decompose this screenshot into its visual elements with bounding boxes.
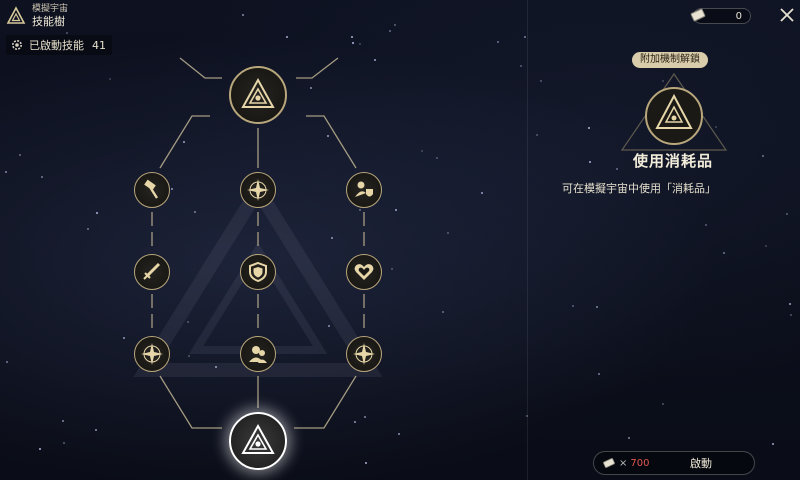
trinity-emblem-icon: [241, 77, 275, 108]
star: [598, 373, 600, 375]
node-right-3[interactable]: [346, 336, 382, 372]
detail-emblem-icon: [620, 72, 728, 151]
star: [762, 155, 764, 157]
cost-value: 700: [630, 457, 650, 469]
people-icon: [249, 346, 267, 363]
hammer-icon: [144, 179, 159, 199]
star: [662, 403, 664, 405]
star: [723, 252, 725, 254]
heart-icon: [354, 264, 374, 280]
detail-title: 使用消耗品: [632, 152, 713, 170]
star: [705, 224, 707, 226]
compass-star-icon: [247, 179, 269, 201]
currency-value: 0: [735, 10, 742, 22]
node-center-3[interactable]: [240, 336, 276, 372]
shield-person-icon: [355, 181, 373, 197]
star: [628, 437, 630, 439]
star: [790, 314, 792, 316]
cost-multiplier: ×: [619, 457, 628, 469]
star: [589, 161, 591, 163]
star: [789, 303, 791, 305]
star: [536, 134, 538, 136]
star: [772, 443, 774, 445]
detail-description: 可在模擬宇宙中使用「消耗品」: [562, 182, 716, 195]
star: [572, 305, 574, 307]
close-icon[interactable]: [778, 6, 796, 24]
node-center-2[interactable]: [240, 254, 276, 290]
node-left-2[interactable]: [134, 254, 170, 290]
compass-star-icon: [353, 343, 375, 365]
node-bottom[interactable]: [229, 412, 287, 470]
ticket-icon: [603, 458, 615, 468]
mechanism-unlock-badge: 附加機制解鎖: [632, 52, 708, 68]
star: [596, 306, 598, 308]
panel-divider: [527, 0, 528, 480]
compass-star-icon: [141, 343, 163, 365]
star: [765, 245, 767, 247]
node-right-2[interactable]: [346, 254, 382, 290]
node-right-1[interactable]: [346, 172, 382, 208]
trinity-emblem-icon: [241, 423, 275, 454]
node-left-3[interactable]: [134, 336, 170, 372]
shield-icon: [249, 261, 267, 283]
ticket-icon: [690, 8, 706, 22]
star: [540, 80, 542, 82]
activate-bar: × 700 啟動: [593, 451, 755, 475]
activate-button[interactable]: 啟動: [690, 455, 712, 471]
node-left-1[interactable]: [134, 172, 170, 208]
star: [588, 127, 590, 129]
sword-icon: [143, 262, 161, 280]
node-center-1[interactable]: [240, 172, 276, 208]
node-root[interactable]: [229, 66, 287, 124]
star: [786, 213, 788, 215]
